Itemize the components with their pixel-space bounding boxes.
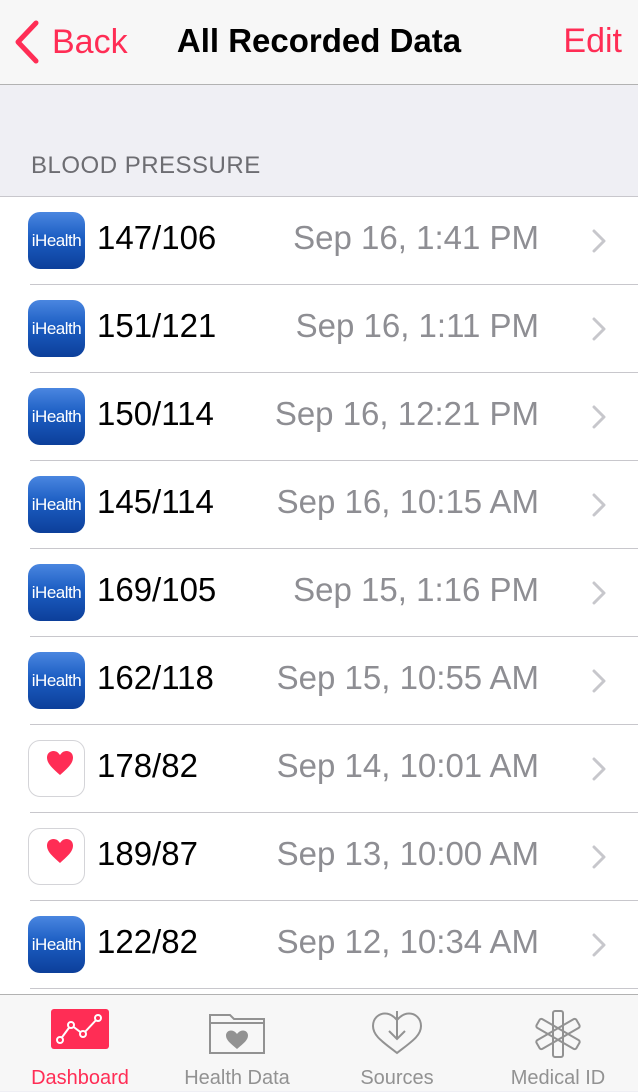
reading-value: 189/87 [97, 835, 198, 872]
chevron-right-icon [592, 845, 606, 874]
chevron-right-icon [592, 493, 606, 522]
list-item[interactable]: 178/82 Sep 14, 10:01 AM [0, 725, 638, 813]
list-item[interactable]: iHealth 151/121 Sep 16, 1:11 PM [0, 285, 638, 373]
reading-value: 150/114 [97, 395, 214, 432]
reading-value: 122/82 [97, 923, 198, 960]
chevron-right-icon [592, 229, 606, 258]
ihealth-app-icon: iHealth [28, 652, 85, 709]
dashboard-graph-icon [51, 1009, 109, 1054]
tab-label: Medical ID [510, 1067, 606, 1089]
chevron-right-icon [592, 757, 606, 786]
reading-value: 145/114 [97, 483, 214, 520]
health-heart-app-icon [28, 828, 85, 885]
record-date: Sep 15, 10:55 AM [276, 659, 539, 696]
section-header: BLOOD PRESSURE [31, 152, 261, 179]
medical-id-asterisk-icon [533, 1009, 583, 1064]
health-heart-app-icon [28, 740, 85, 797]
ihealth-app-icon: iHealth [28, 916, 85, 973]
chevron-right-icon [592, 405, 606, 434]
tab-label: Dashboard [31, 1067, 129, 1089]
list-item[interactable]: iHealth 122/82 Sep 12, 10:34 AM [0, 901, 638, 989]
list-item[interactable]: iHealth 169/105 Sep 15, 1:16 PM [0, 549, 638, 637]
tab-bar: Dashboard Health Data Sources Medical ID [0, 994, 638, 1091]
record-date: Sep 16, 10:15 AM [276, 483, 539, 520]
tab-health-data[interactable]: Health Data [157, 995, 317, 1092]
record-date: Sep 12, 10:34 AM [276, 923, 539, 960]
record-date: Sep 15, 1:16 PM [293, 571, 539, 608]
reading-value: 147/106 [97, 219, 217, 256]
tab-label: Health Data [184, 1067, 290, 1089]
tab-dashboard[interactable]: Dashboard [0, 995, 160, 1092]
ihealth-app-icon: iHealth [28, 388, 85, 445]
page-title: All Recorded Data [176, 22, 462, 59]
ihealth-app-icon: iHealth [28, 300, 85, 357]
ihealth-app-icon: iHealth [28, 476, 85, 533]
chevron-right-icon [592, 669, 606, 698]
list-item[interactable]: iHealth 145/114 Sep 16, 10:15 AM [0, 461, 638, 549]
chevron-right-icon [592, 933, 606, 962]
list-item[interactable]: iHealth 147/106 Sep 16, 1:41 PM [0, 197, 638, 285]
tab-medical-id[interactable]: Medical ID [478, 995, 638, 1092]
ihealth-app-icon: iHealth [28, 212, 85, 269]
reading-value: 151/121 [97, 307, 217, 344]
records-list: iHealth 147/106 Sep 16, 1:41 PM iHealth … [0, 196, 638, 1077]
edit-button[interactable]: Edit [563, 22, 622, 61]
tab-sources[interactable]: Sources [317, 995, 477, 1092]
reading-value: 162/118 [97, 659, 214, 696]
record-date: Sep 13, 10:00 AM [276, 835, 539, 872]
list-item[interactable]: 189/87 Sep 13, 10:00 AM [0, 813, 638, 901]
ihealth-app-icon: iHealth [28, 564, 85, 621]
record-date: Sep 14, 10:01 AM [276, 747, 539, 784]
reading-value: 178/82 [97, 747, 198, 784]
list-item[interactable]: iHealth 162/118 Sep 15, 10:55 AM [0, 637, 638, 725]
list-item[interactable]: iHealth 150/114 Sep 16, 12:21 PM [0, 373, 638, 461]
navigation-bar: Back All Recorded Data Edit [0, 0, 638, 85]
record-date: Sep 16, 1:11 PM [295, 307, 539, 344]
tab-label: Sources [360, 1067, 434, 1089]
record-date: Sep 16, 12:21 PM [274, 395, 539, 432]
chevron-right-icon [592, 317, 606, 346]
sources-download-heart-icon [370, 1009, 424, 1062]
reading-value: 169/105 [97, 571, 217, 608]
chevron-right-icon [592, 581, 606, 610]
record-date: Sep 16, 1:41 PM [293, 219, 539, 256]
health-data-folder-icon [208, 1009, 266, 1060]
